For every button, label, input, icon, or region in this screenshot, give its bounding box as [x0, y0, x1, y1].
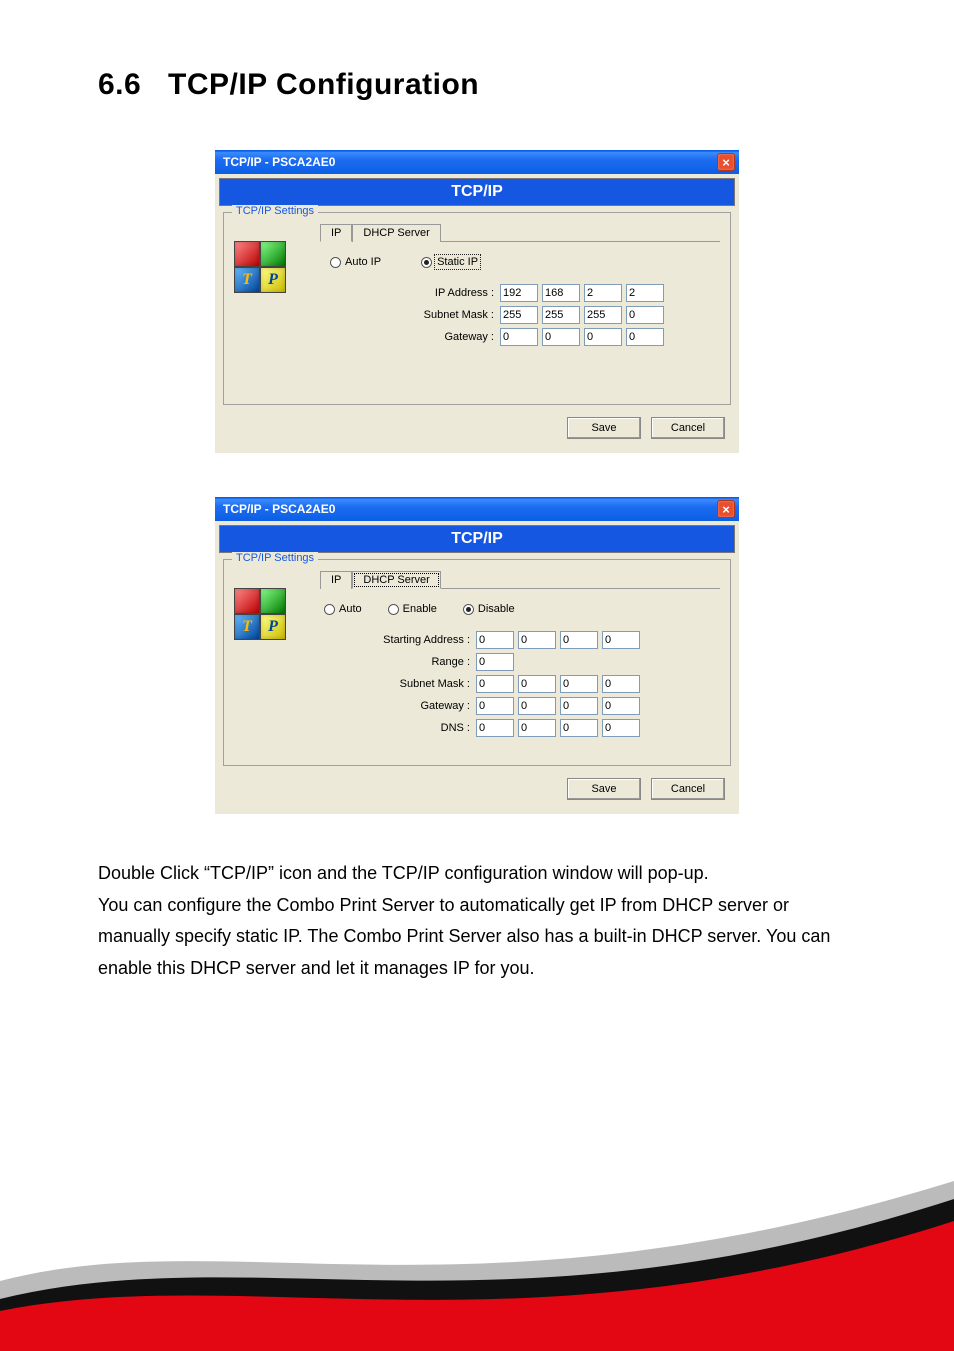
dns-octet-4[interactable]	[602, 719, 640, 737]
dns-octet-1[interactable]	[476, 719, 514, 737]
tab-ip[interactable]: IP	[320, 224, 352, 242]
gw2-octet-1[interactable]	[476, 697, 514, 715]
label-range: Range :	[326, 656, 476, 668]
section-title: TCP/IP Configuration	[168, 68, 479, 101]
tcpip-dialog-ip: TCP/IP - PSCA2AE0 × TCP/IP TCP/IP Settin…	[215, 150, 739, 453]
dialog-banner: TCP/IP	[219, 525, 735, 553]
tab-dhcp-server[interactable]: DHCP Server	[352, 224, 440, 242]
tab-dhcp-server[interactable]: DHCP Server	[352, 571, 440, 589]
window-title: TCP/IP - PSCA2AE0	[223, 502, 335, 516]
mask2-octet-1[interactable]	[476, 675, 514, 693]
radio-auto-ip[interactable]: Auto IP	[330, 256, 381, 268]
cancel-button[interactable]: Cancel	[651, 417, 725, 439]
mask2-octet-2[interactable]	[518, 675, 556, 693]
radio-enable-label: Enable	[403, 603, 437, 615]
close-icon[interactable]: ×	[717, 500, 735, 518]
tab-ip[interactable]: IP	[320, 571, 352, 589]
gw2-octet-3[interactable]	[560, 697, 598, 715]
dns-octet-3[interactable]	[560, 719, 598, 737]
mask-octet-4[interactable]	[626, 306, 664, 324]
titlebar[interactable]: TCP/IP - PSCA2AE0 ×	[215, 497, 739, 521]
mask-octet-1[interactable]	[500, 306, 538, 324]
mask-octet-3[interactable]	[584, 306, 622, 324]
group-legend: TCP/IP Settings	[232, 205, 318, 217]
radio-auto[interactable]: Auto	[324, 603, 362, 615]
tcpip-dialog-dhcp: TCP/IP - PSCA2AE0 × TCP/IP TCP/IP Settin…	[215, 497, 739, 814]
ip-octet-3[interactable]	[584, 284, 622, 302]
dialog-banner: TCP/IP	[219, 178, 735, 206]
label-subnet-mask: Subnet Mask :	[326, 678, 476, 690]
dns-octet-2[interactable]	[518, 719, 556, 737]
window-title: TCP/IP - PSCA2AE0	[223, 155, 335, 169]
gw-octet-3[interactable]	[584, 328, 622, 346]
tcpip-settings-group: TCP/IP Settings TP IP DHCP Server	[223, 212, 731, 405]
radio-disable-label: Disable	[478, 603, 515, 615]
gw-octet-1[interactable]	[500, 328, 538, 346]
label-ip-address: IP Address :	[350, 287, 500, 299]
section-heading: 6.6TCP/IP Configuration	[98, 68, 856, 102]
group-legend: TCP/IP Settings	[232, 552, 318, 564]
radio-auto-ip-label: Auto IP	[345, 256, 381, 268]
titlebar[interactable]: TCP/IP - PSCA2AE0 ×	[215, 150, 739, 174]
label-gateway: Gateway :	[326, 700, 476, 712]
gw2-octet-2[interactable]	[518, 697, 556, 715]
mask-octet-2[interactable]	[542, 306, 580, 324]
range-input[interactable]	[476, 653, 514, 671]
start-octet-2[interactable]	[518, 631, 556, 649]
gw2-octet-4[interactable]	[602, 697, 640, 715]
label-starting-address: Starting Address :	[326, 634, 476, 646]
gw-octet-4[interactable]	[626, 328, 664, 346]
mask2-octet-4[interactable]	[602, 675, 640, 693]
cancel-button[interactable]: Cancel	[651, 778, 725, 800]
gw-octet-2[interactable]	[542, 328, 580, 346]
mask2-octet-3[interactable]	[560, 675, 598, 693]
tabs: IP DHCP Server	[320, 223, 720, 242]
ip-octet-4[interactable]	[626, 284, 664, 302]
body-paragraph: Double Click “TCP/IP” icon and the TCP/I…	[98, 858, 856, 984]
footer-swoosh	[0, 1171, 954, 1351]
ip-octet-1[interactable]	[500, 284, 538, 302]
tcpip-icon: TP	[234, 241, 288, 295]
close-icon[interactable]: ×	[717, 153, 735, 171]
label-gateway: Gateway :	[350, 331, 500, 343]
radio-disable[interactable]: Disable	[463, 603, 515, 615]
tcpip-settings-group: TCP/IP Settings TP IP DHCP Server	[223, 559, 731, 766]
tabs: IP DHCP Server	[320, 570, 720, 589]
tcpip-icon: TP	[234, 588, 288, 642]
radio-enable[interactable]: Enable	[388, 603, 437, 615]
ip-octet-2[interactable]	[542, 284, 580, 302]
radio-static-ip[interactable]: Static IP	[421, 256, 479, 268]
label-subnet-mask: Subnet Mask :	[350, 309, 500, 321]
save-button[interactable]: Save	[567, 417, 641, 439]
section-number: 6.6	[98, 68, 168, 102]
start-octet-1[interactable]	[476, 631, 514, 649]
radio-static-ip-label: Static IP	[436, 256, 479, 268]
start-octet-4[interactable]	[602, 631, 640, 649]
save-button[interactable]: Save	[567, 778, 641, 800]
start-octet-3[interactable]	[560, 631, 598, 649]
label-dns: DNS :	[326, 722, 476, 734]
radio-auto-label: Auto	[339, 603, 362, 615]
